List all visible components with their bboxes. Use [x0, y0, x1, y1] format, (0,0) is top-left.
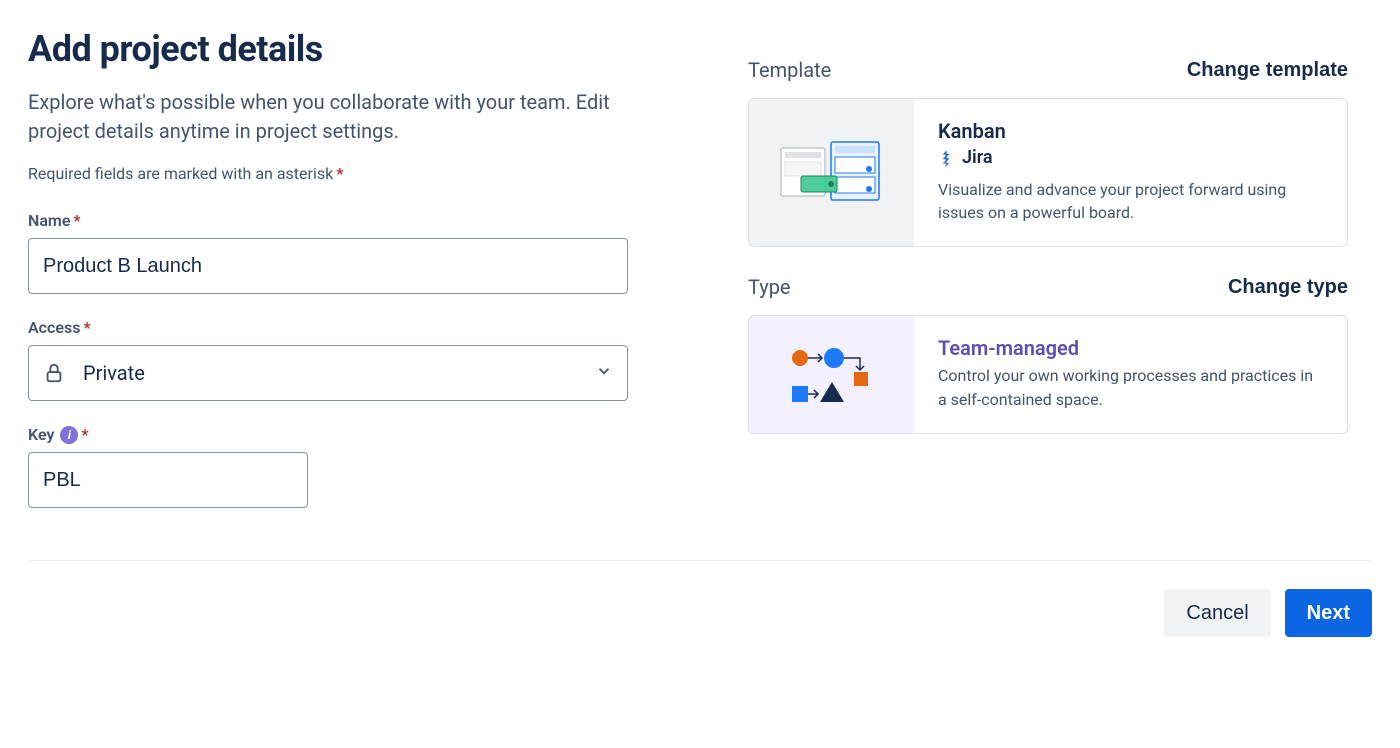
- asterisk-icon: *: [81, 425, 88, 444]
- type-title: Team-managed: [938, 336, 1323, 360]
- access-label: Access*: [28, 318, 628, 337]
- chevron-down-icon: [595, 362, 613, 384]
- key-input[interactable]: [28, 452, 308, 508]
- template-title: Kanban: [938, 119, 1323, 143]
- template-section-label: Template: [748, 58, 831, 82]
- asterisk-icon: *: [336, 164, 343, 183]
- template-product: Jira: [938, 147, 1323, 168]
- lock-icon: [43, 362, 65, 384]
- template-card: Kanban Jira Visualize and advance your p…: [748, 98, 1348, 247]
- asterisk-icon: *: [73, 211, 80, 230]
- change-template-button[interactable]: Change template: [1187, 59, 1348, 82]
- type-card: Team-managed Control your own working pr…: [748, 315, 1348, 433]
- next-button[interactable]: Next: [1285, 589, 1372, 637]
- name-input[interactable]: [28, 238, 628, 294]
- type-description: Control your own working processes and p…: [938, 364, 1323, 410]
- required-fields-note: Required fields are marked with an aster…: [28, 164, 628, 183]
- page-description: Explore what's possible when you collabo…: [28, 88, 628, 146]
- asterisk-icon: *: [83, 318, 90, 337]
- type-section-label: Type: [748, 275, 791, 299]
- jira-icon: [938, 149, 956, 167]
- cancel-button[interactable]: Cancel: [1164, 589, 1270, 637]
- access-value: Private: [83, 361, 595, 385]
- access-select[interactable]: Private: [28, 345, 628, 401]
- team-managed-illustration: [749, 316, 914, 432]
- change-type-button[interactable]: Change type: [1228, 276, 1348, 299]
- name-label: Name*: [28, 211, 628, 230]
- key-label: Key i *: [28, 425, 628, 444]
- template-description: Visualize and advance your project forwa…: [938, 178, 1323, 224]
- info-icon[interactable]: i: [60, 426, 78, 444]
- page-title: Add project details: [28, 28, 628, 70]
- kanban-illustration: [749, 99, 914, 246]
- footer-divider: [28, 560, 1372, 561]
